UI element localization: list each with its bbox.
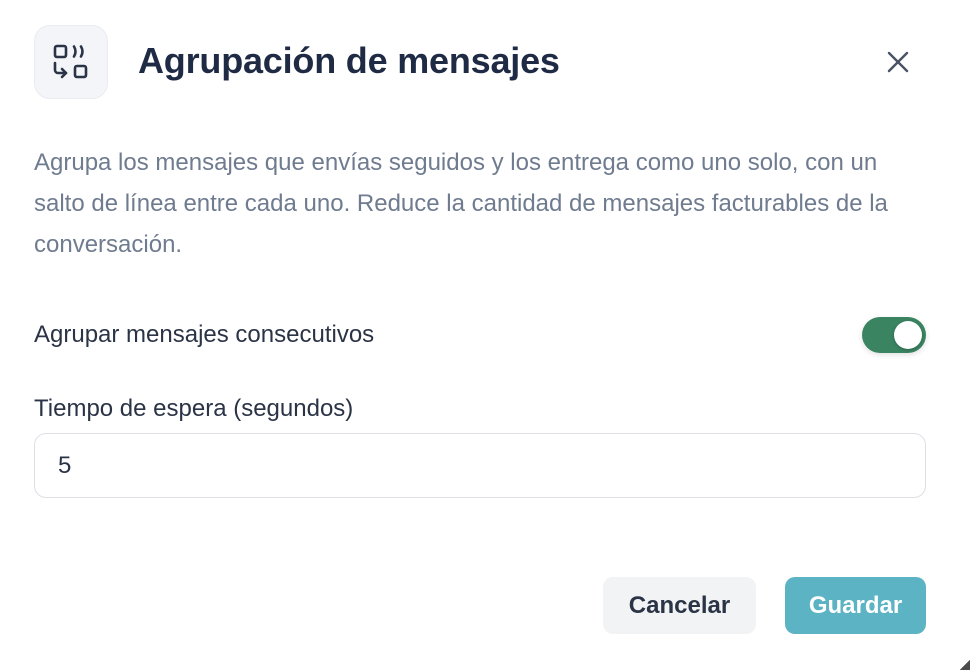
window-corner: [960, 660, 970, 670]
wait-time-label: Tiempo de espera (segundos): [34, 395, 354, 422]
dialog-description: Agrupa los mensajes que envías seguidos …: [34, 149, 888, 258]
message-grouping-dialog: Agrupación de mensajes Agrupa los mensaj…: [0, 0, 970, 670]
cancel-button[interactable]: Cancelar: [603, 577, 756, 634]
group-messages-toggle[interactable]: [862, 317, 926, 353]
save-button[interactable]: Guardar: [785, 577, 926, 634]
message-grouping-icon: [34, 25, 108, 99]
toggle-knob: [894, 321, 922, 349]
dialog-title: Agrupación de mensajes: [138, 40, 560, 81]
wait-time-input[interactable]: [34, 433, 926, 498]
close-button[interactable]: [876, 40, 920, 84]
group-toggle-label: Agrupar mensajes consecutivos: [34, 321, 375, 348]
close-icon: [887, 51, 909, 73]
